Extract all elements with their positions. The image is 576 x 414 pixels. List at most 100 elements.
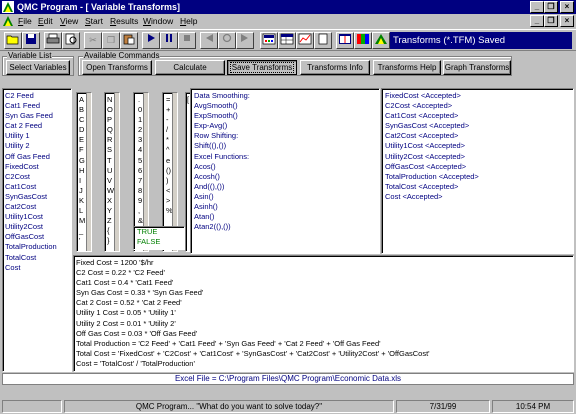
graph-transforms-button[interactable]: Graph Transforms: [443, 60, 511, 75]
rewind-icon[interactable]: [200, 32, 218, 49]
formula-line[interactable]: Utility 2 Cost = 0.01 * 'Utility 2': [74, 319, 573, 329]
child-restore-button[interactable]: ❐: [544, 15, 558, 27]
accepted-item[interactable]: SynGasCost <Accepted>: [385, 121, 573, 131]
variable-item[interactable]: OffGasCost: [5, 232, 71, 242]
function-item[interactable]: Excel Functions:: [194, 152, 379, 162]
accepted-item[interactable]: OffGasCost <Accepted>: [385, 162, 573, 172]
formula-line[interactable]: Total Cost = 'FixedCost' + 'C2Cost' + 'C…: [74, 349, 573, 359]
accepted-item[interactable]: Cat2Cost <Accepted>: [385, 131, 573, 141]
table-icon[interactable]: [278, 32, 296, 49]
palette-icon[interactable]: [354, 32, 372, 49]
letters-a-m-column[interactable]: A B C D E F G H I J K L M _ ': [76, 92, 92, 252]
menu-window[interactable]: Window: [143, 16, 173, 26]
function-item[interactable]: Shift((),()): [194, 141, 379, 151]
accepted-transforms-list[interactable]: FixedCost <Accepted> C2Cost <Accepted> Cat…: [381, 88, 574, 254]
child-close-button[interactable]: ×: [560, 15, 574, 27]
minimize-button[interactable]: _: [530, 1, 544, 13]
pause-icon[interactable]: [160, 32, 178, 49]
restore-button[interactable]: ❐: [544, 1, 558, 13]
close-button[interactable]: ×: [560, 1, 574, 13]
menu-start[interactable]: Start: [85, 16, 103, 26]
accepted-item[interactable]: C2Cost <Accepted>: [385, 101, 573, 111]
scrollbar[interactable]: [114, 93, 119, 251]
function-item[interactable]: Atan(): [194, 212, 379, 222]
formula-line[interactable]: Fixed Cost = 1200 '$/hr: [74, 258, 573, 268]
formula-line[interactable]: Cat1 Cost = 0.4 * 'Cat1 Feed': [74, 278, 573, 288]
formula-editor[interactable]: Fixed Cost = 1200 '$/hr C2 Cost = 0.22 * …: [73, 255, 574, 372]
menu-file[interactable]: File: [18, 16, 32, 26]
menu-edit[interactable]: Edit: [38, 16, 53, 26]
variable-item[interactable]: Cost: [5, 263, 71, 273]
menu-results[interactable]: Results: [110, 16, 138, 26]
qmc-logo-icon[interactable]: [372, 32, 390, 49]
calculator-icon[interactable]: [260, 32, 278, 49]
copy-icon[interactable]: ❐: [102, 32, 120, 49]
paste-icon[interactable]: [120, 32, 138, 49]
accepted-item[interactable]: Utility2Cost <Accepted>: [385, 152, 573, 162]
function-item[interactable]: Acosh(): [194, 172, 379, 182]
save-transforms-button[interactable]: Save Transforms: [227, 60, 297, 75]
formula-line[interactable]: Utility 1 Cost = 0.05 * 'Utility 1': [74, 308, 573, 318]
menu-help[interactable]: Help: [180, 16, 197, 26]
variable-item[interactable]: TotalProduction: [5, 242, 71, 252]
variable-item[interactable]: Cat2Cost: [5, 202, 71, 212]
formula-line[interactable]: Total Production = 'C2 Feed' + 'Cat1 Fee…: [74, 339, 573, 349]
function-item[interactable]: Exp-Avg(): [194, 121, 379, 131]
accepted-item[interactable]: Cost <Accepted>: [385, 192, 573, 202]
accepted-item[interactable]: TotalCost <Accepted>: [385, 182, 573, 192]
formula-line[interactable]: Off Gas Cost = 0.03 * 'Off Gas Feed': [74, 329, 573, 339]
variable-item[interactable]: FixedCost: [5, 162, 71, 172]
function-item[interactable]: Atan2((),()): [194, 222, 379, 232]
document-icon[interactable]: [2, 15, 14, 27]
transforms-help-button[interactable]: Transforms Help: [373, 60, 441, 75]
boolean-list[interactable]: TRUE FALSE: [133, 226, 185, 250]
accepted-item[interactable]: TotalProduction <Accepted>: [385, 172, 573, 182]
accepted-item[interactable]: FixedCost <Accepted>: [385, 91, 573, 101]
open-transforms-button[interactable]: Open Transforms: [82, 60, 152, 75]
variable-item[interactable]: C2 Feed: [5, 91, 71, 101]
menu-view[interactable]: View: [60, 16, 78, 26]
function-item[interactable]: Asin(): [194, 192, 379, 202]
forward-icon[interactable]: [236, 32, 254, 49]
formula-line[interactable]: C2 Cost = 0.22 * 'C2 Feed': [74, 268, 573, 278]
cut-icon[interactable]: ✂: [84, 32, 102, 49]
formula-line[interactable]: Cost = 'TotalCost' / 'TotalProduction': [74, 359, 573, 369]
formula-line[interactable]: Syn Gas Cost = 0.33 * 'Syn Gas Feed': [74, 288, 573, 298]
function-item[interactable]: ExpSmooth(): [194, 111, 379, 121]
letters-n-z-column[interactable]: N O P Q R S T U V W X Y Z{}: [104, 92, 120, 252]
variable-item[interactable]: Off Gas Feed: [5, 152, 71, 162]
open-folder-icon[interactable]: [4, 32, 22, 49]
scrollbar[interactable]: [86, 93, 91, 251]
functions-list[interactable]: Data Smoothing: AvgSmooth() ExpSmooth() Exp…: [190, 88, 380, 254]
function-item[interactable]: And((),()): [194, 182, 379, 192]
variable-item[interactable]: C2Cost: [5, 172, 71, 182]
play-icon[interactable]: [142, 32, 160, 49]
stop-icon[interactable]: [178, 32, 196, 49]
variable-item[interactable]: Utility 1: [5, 131, 71, 141]
function-item[interactable]: Asinh(): [194, 202, 379, 212]
boolean-true[interactable]: TRUE: [134, 227, 184, 237]
print-icon[interactable]: [44, 32, 62, 49]
child-minimize-button[interactable]: _: [530, 15, 544, 27]
save-disk-icon[interactable]: [22, 32, 40, 49]
variable-item[interactable]: Utility2Cost: [5, 222, 71, 232]
notepad-icon[interactable]: [314, 32, 332, 49]
calculate-button[interactable]: Calculate: [155, 60, 225, 75]
record-icon[interactable]: [218, 32, 236, 49]
variable-item[interactable]: TotalCost: [5, 253, 71, 263]
variable-item[interactable]: Cat 2 Feed: [5, 121, 71, 131]
variable-item[interactable]: Utility 2: [5, 141, 71, 151]
variable-item[interactable]: Syn Gas Feed: [5, 111, 71, 121]
function-item[interactable]: Acos(): [194, 162, 379, 172]
print-preview-icon[interactable]: [62, 32, 80, 49]
formula-line[interactable]: Cat 2 Cost = 0.52 * 'Cat 2 Feed': [74, 298, 573, 308]
variable-item[interactable]: Cat1Cost: [5, 182, 71, 192]
transforms-info-button[interactable]: Transforms Info: [300, 60, 370, 75]
function-item[interactable]: Row Shifting:: [194, 131, 379, 141]
select-variables-button[interactable]: Select Variables: [6, 60, 70, 75]
accepted-item[interactable]: Cat1Cost <Accepted>: [385, 111, 573, 121]
variable-item[interactable]: SynGasCost: [5, 192, 71, 202]
variable-item[interactable]: Cat1 Feed: [5, 101, 71, 111]
function-item[interactable]: Data Smoothing:: [194, 91, 379, 101]
grid-view-icon[interactable]: [336, 32, 354, 49]
